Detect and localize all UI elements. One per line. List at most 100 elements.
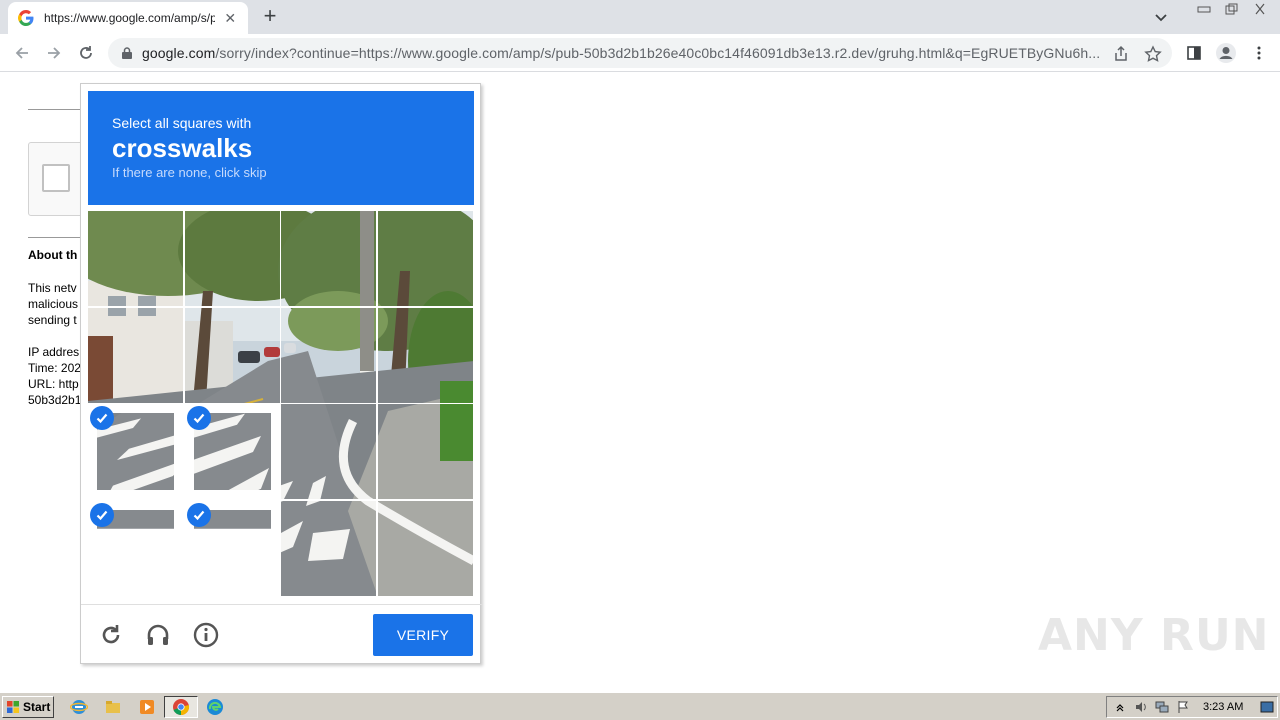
recaptcha-challenge: Select all squares with crosswalks If th… bbox=[80, 83, 482, 665]
url-text[interactable]: google.com/sorry/index?continue=https://… bbox=[142, 45, 1104, 61]
checkmark-icon bbox=[186, 406, 211, 430]
reload-icon bbox=[80, 46, 92, 59]
tile-image bbox=[281, 308, 376, 403]
minimize-icon bbox=[1197, 6, 1211, 13]
share-icon[interactable] bbox=[1112, 45, 1130, 63]
restore-button[interactable] bbox=[1218, 0, 1246, 18]
speaker-icon[interactable] bbox=[1133, 699, 1149, 715]
tile-image bbox=[378, 501, 473, 596]
challenge-tile[interactable] bbox=[184, 307, 280, 403]
challenge-tile[interactable] bbox=[377, 211, 473, 306]
challenge-tile[interactable] bbox=[281, 211, 376, 306]
tile-image bbox=[378, 404, 473, 499]
anyrun-watermark: ANY RUN bbox=[1038, 610, 1270, 661]
menu-button[interactable] bbox=[1247, 41, 1271, 65]
lock-icon[interactable] bbox=[120, 46, 134, 60]
tile-image bbox=[378, 308, 473, 403]
address-bar[interactable]: google.com/sorry/index?continue=https://… bbox=[108, 38, 1172, 68]
taskbar-clock: 3:23 AM bbox=[1203, 701, 1244, 713]
url-path: /sorry/index?continue=https://www.google… bbox=[215, 45, 1101, 61]
challenge-tile[interactable] bbox=[88, 211, 183, 306]
headphones-icon[interactable] bbox=[144, 621, 172, 649]
tile-image bbox=[88, 211, 183, 306]
browser-tab-bar: https://www.google.com/amp/s/pub ✕ + bbox=[0, 0, 1280, 34]
divider bbox=[28, 237, 88, 238]
close-icon bbox=[1255, 3, 1265, 15]
challenge-tile[interactable] bbox=[377, 500, 473, 596]
google-favicon-icon bbox=[18, 10, 34, 26]
internet-explorer-icon[interactable] bbox=[70, 698, 88, 716]
chrome-task-button[interactable] bbox=[164, 696, 198, 718]
more-vert-icon bbox=[1257, 46, 1261, 60]
tab-title: https://www.google.com/amp/s/pub bbox=[44, 11, 215, 25]
browser-toolbar: google.com/sorry/index?continue=https://… bbox=[0, 34, 1280, 72]
url-host: google.com bbox=[142, 45, 216, 61]
challenge-tile[interactable] bbox=[377, 404, 473, 499]
start-button[interactable]: Start bbox=[2, 696, 54, 718]
action-center-flag-icon[interactable] bbox=[1175, 699, 1191, 715]
challenge-image-grid bbox=[88, 211, 474, 597]
profile-button[interactable] bbox=[1214, 41, 1238, 65]
checkmark-icon bbox=[90, 502, 114, 527]
tile-image bbox=[378, 211, 473, 306]
tile-image bbox=[281, 211, 376, 306]
chevron-down-icon[interactable] bbox=[1150, 6, 1172, 28]
challenge-keyword: crosswalks bbox=[112, 133, 253, 163]
edge-icon[interactable] bbox=[206, 698, 224, 716]
challenge-footer: VERIFY bbox=[81, 604, 482, 665]
challenge-tile[interactable] bbox=[281, 500, 376, 596]
new-tab-button[interactable]: + bbox=[258, 4, 282, 28]
chevron-up-icon[interactable] bbox=[1112, 699, 1128, 715]
checkmark-icon bbox=[186, 502, 211, 527]
recaptcha-checkbox[interactable] bbox=[42, 164, 70, 192]
tile-image bbox=[185, 211, 280, 306]
tile-image bbox=[88, 308, 183, 403]
file-explorer-icon[interactable] bbox=[104, 698, 122, 716]
challenge-tile[interactable] bbox=[184, 404, 280, 499]
restore-icon bbox=[1225, 3, 1238, 15]
reload-button[interactable] bbox=[74, 41, 98, 65]
details-paragraph: IP addres Time: 202 URL: http 50b3d2b1 bbox=[28, 345, 82, 407]
system-tray bbox=[1106, 696, 1278, 718]
challenge-tile[interactable] bbox=[377, 307, 473, 403]
start-label: Start bbox=[23, 700, 51, 714]
show-desktop-icon[interactable] bbox=[1260, 700, 1274, 714]
section-heading: About th bbox=[28, 248, 78, 262]
info-icon[interactable] bbox=[192, 621, 220, 649]
challenge-tile[interactable] bbox=[184, 500, 280, 596]
challenge-instruction: Select all squares with bbox=[112, 115, 252, 131]
info-paragraph: This netv malicious sending t bbox=[28, 281, 79, 327]
window-controls bbox=[1190, 0, 1274, 18]
tab-close-icon[interactable]: ✕ bbox=[223, 10, 239, 27]
forward-button[interactable] bbox=[42, 41, 66, 65]
close-window-button[interactable] bbox=[1246, 0, 1274, 18]
arrow-right-icon bbox=[48, 47, 61, 59]
verify-button[interactable]: VERIFY bbox=[373, 614, 473, 656]
challenge-tile[interactable] bbox=[184, 211, 280, 306]
avatar-icon bbox=[1216, 43, 1236, 63]
tile-image bbox=[185, 308, 280, 403]
chrome-icon bbox=[173, 699, 190, 716]
tile-image bbox=[281, 501, 376, 596]
arrow-left-icon bbox=[15, 47, 28, 59]
back-button[interactable] bbox=[10, 41, 34, 65]
challenge-hint: If there are none, click skip bbox=[112, 165, 267, 180]
challenge-tile[interactable] bbox=[281, 404, 376, 499]
divider bbox=[28, 109, 88, 110]
challenge-tile[interactable] bbox=[88, 404, 183, 499]
challenge-header: Select all squares with crosswalks If th… bbox=[88, 91, 474, 205]
side-panel-button[interactable] bbox=[1182, 41, 1206, 65]
windows-logo-icon bbox=[7, 701, 19, 713]
windows-taskbar: Start 3:23 AM bbox=[0, 692, 1280, 720]
minimize-button[interactable] bbox=[1190, 0, 1218, 18]
checkmark-icon bbox=[90, 406, 114, 430]
network-icon[interactable] bbox=[1154, 699, 1170, 715]
browser-tab[interactable]: https://www.google.com/amp/s/pub ✕ bbox=[8, 2, 248, 34]
reload-challenge-icon[interactable] bbox=[97, 621, 125, 649]
media-player-icon[interactable] bbox=[138, 698, 156, 716]
tile-image bbox=[281, 404, 376, 499]
challenge-tile[interactable] bbox=[88, 500, 183, 596]
challenge-tile[interactable] bbox=[88, 307, 183, 403]
challenge-tile[interactable] bbox=[281, 307, 376, 403]
bookmark-star-icon[interactable] bbox=[1144, 45, 1162, 63]
